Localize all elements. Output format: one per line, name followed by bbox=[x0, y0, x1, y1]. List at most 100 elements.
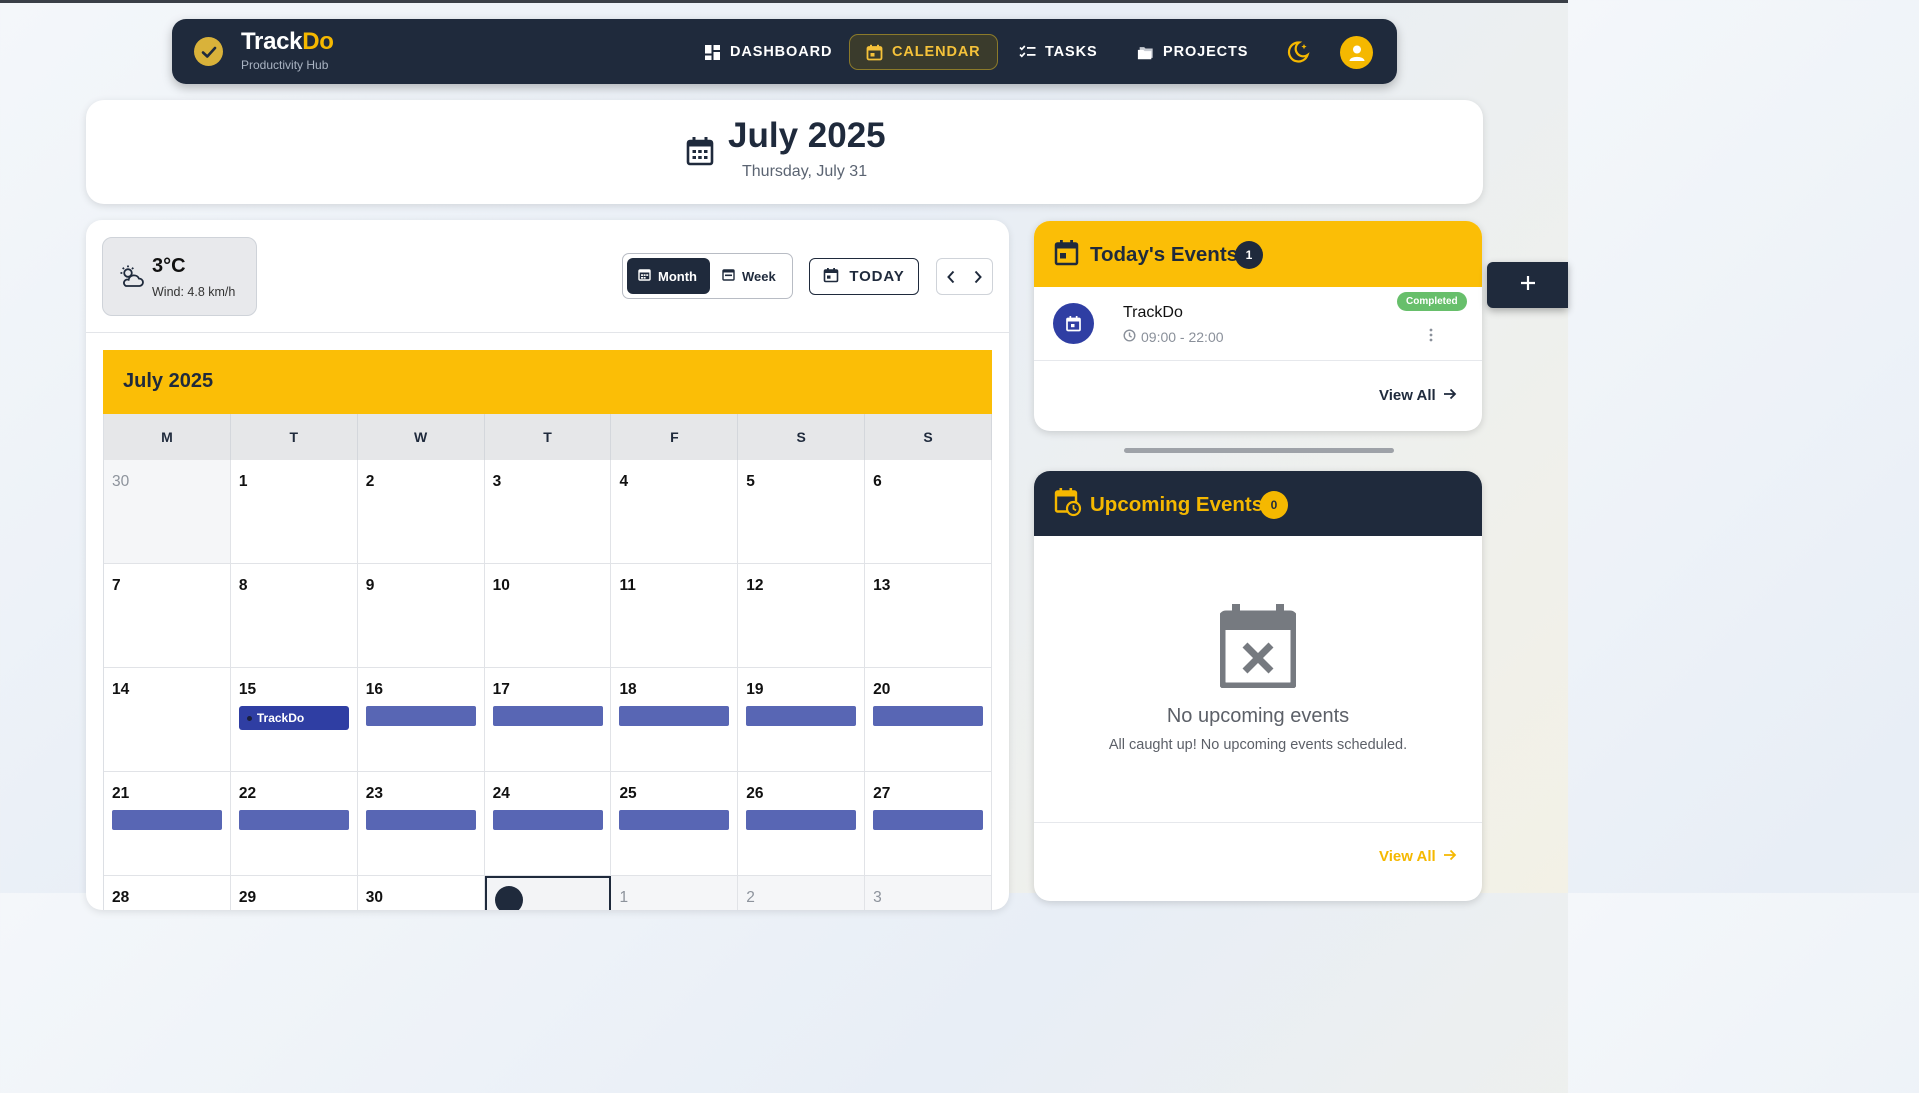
day-number: 4 bbox=[619, 473, 629, 490]
day-number: 1 bbox=[619, 889, 629, 906]
event-bar[interactable] bbox=[619, 706, 730, 726]
day-number: 24 bbox=[492, 785, 510, 802]
upcoming-events-card: Upcoming Events 0 No upcoming events All… bbox=[1034, 471, 1482, 901]
event-bar[interactable] bbox=[365, 706, 476, 726]
day-cell[interactable]: 10 bbox=[484, 564, 612, 668]
event-chip[interactable]: TrackDo bbox=[238, 706, 349, 730]
event-bar[interactable] bbox=[746, 810, 857, 830]
day-cell[interactable]: 14 bbox=[104, 668, 231, 772]
panel-scroll-indicator[interactable] bbox=[1124, 448, 1394, 453]
day-cell[interactable]: 29 bbox=[230, 876, 358, 910]
day-cell[interactable]: 11 bbox=[611, 564, 739, 668]
week-view-button[interactable]: Week bbox=[711, 258, 787, 294]
day-cell[interactable]: 15 TrackDo bbox=[230, 668, 358, 772]
day-cell[interactable]: 3 bbox=[865, 876, 993, 910]
day-cell[interactable]: 23 bbox=[357, 772, 485, 876]
day-cell[interactable]: 30 bbox=[357, 876, 485, 910]
event-bar[interactable] bbox=[873, 810, 984, 830]
day-cell[interactable]: 8 bbox=[230, 564, 358, 668]
upcoming-divider bbox=[1034, 822, 1482, 823]
day-cell[interactable]: 2 bbox=[738, 876, 866, 910]
day-cell[interactable]: 4 bbox=[611, 460, 739, 564]
week-row: 14 15 TrackDo 16 17 18 19 20 bbox=[104, 668, 993, 772]
event-bar[interactable] bbox=[112, 810, 222, 830]
day-cell[interactable]: 12 bbox=[738, 564, 866, 668]
day-cell[interactable]: 2 bbox=[357, 460, 485, 564]
window-top-border bbox=[0, 0, 1568, 3]
logo-check-icon bbox=[194, 37, 223, 66]
todays-view-all-link[interactable]: View All bbox=[1379, 387, 1457, 404]
day-cell[interactable]: 19 bbox=[738, 668, 866, 772]
day-number: 13 bbox=[873, 577, 891, 594]
day-number: 11 bbox=[619, 577, 636, 594]
nav-calendar[interactable]: CALENDAR bbox=[849, 34, 998, 70]
day-cell[interactable]: 28 bbox=[104, 876, 231, 910]
day-cell[interactable]: 17 bbox=[484, 668, 612, 772]
day-number: 12 bbox=[746, 577, 764, 594]
day-cell[interactable]: 20 bbox=[865, 668, 993, 772]
event-bar[interactable] bbox=[619, 810, 730, 830]
event-dot bbox=[246, 715, 252, 721]
nav-dashboard[interactable]: DASHBOARD bbox=[688, 34, 848, 70]
chevron-left-icon[interactable] bbox=[941, 267, 961, 287]
month-bar: July 2025 bbox=[103, 350, 992, 414]
arrow-right-icon bbox=[1443, 848, 1457, 865]
day-number: 10 bbox=[492, 577, 510, 594]
day-number: 9 bbox=[365, 577, 375, 594]
weekday-label: T bbox=[485, 414, 612, 460]
moon-theme-toggle-icon[interactable] bbox=[1285, 39, 1311, 65]
more-vertical-icon[interactable] bbox=[1427, 326, 1435, 344]
day-cell[interactable]: 21 bbox=[104, 772, 231, 876]
week-row: 28 29 30 1 2 3 bbox=[104, 876, 993, 910]
weather-widget: 3°C Wind: 4.8 km/h bbox=[102, 237, 257, 316]
event-bar[interactable] bbox=[873, 706, 984, 726]
day-cell[interactable]: 1 bbox=[611, 876, 739, 910]
nav-tasks-label: TASKS bbox=[1045, 44, 1098, 60]
day-cell[interactable]: 25 bbox=[611, 772, 739, 876]
week-view-label: Week bbox=[742, 268, 776, 284]
nav-tasks[interactable]: TASKS bbox=[1003, 34, 1114, 70]
empty-state-subtitle: All caught up! No upcoming events schedu… bbox=[1108, 737, 1408, 753]
month-view-label: Month bbox=[658, 268, 697, 284]
event-time-text: 09:00 - 22:00 bbox=[1141, 329, 1224, 345]
day-number: 29 bbox=[238, 889, 257, 906]
day-number: 1 bbox=[238, 473, 248, 490]
day-cell[interactable]: 6 bbox=[865, 460, 993, 564]
day-cell[interactable]: 16 bbox=[357, 668, 485, 772]
day-cell[interactable]: 1 bbox=[230, 460, 358, 564]
day-cell[interactable]: 7 bbox=[104, 564, 231, 668]
day-number: 30 bbox=[365, 889, 383, 906]
today-button[interactable]: TODAY bbox=[809, 258, 919, 295]
day-cell[interactable]: 30 bbox=[104, 460, 231, 564]
user-avatar-icon[interactable] bbox=[1340, 36, 1373, 69]
nav-projects[interactable]: PROJECTS bbox=[1121, 34, 1264, 70]
day-cell[interactable]: 9 bbox=[357, 564, 485, 668]
day-cell[interactable]: 5 bbox=[738, 460, 866, 564]
brand[interactable]: TrackDo Productivity Hub bbox=[241, 28, 334, 72]
chevron-right-icon[interactable] bbox=[968, 267, 988, 287]
add-event-button[interactable] bbox=[1487, 262, 1568, 308]
day-cell[interactable]: 13 bbox=[865, 564, 993, 668]
event-bar[interactable] bbox=[746, 706, 857, 726]
day-number: 8 bbox=[238, 577, 248, 594]
day-cell[interactable]: 22 bbox=[230, 772, 358, 876]
day-cell[interactable]: 26 bbox=[738, 772, 866, 876]
day-number: 3 bbox=[492, 473, 502, 490]
upcoming-view-all-link[interactable]: View All bbox=[1379, 848, 1457, 865]
todays-events-card: Today's Events 1 TrackDo 09:00 - 22:00 C… bbox=[1034, 221, 1482, 431]
month-view-button[interactable]: Month bbox=[627, 258, 710, 294]
event-bar[interactable] bbox=[492, 706, 603, 726]
event-bar[interactable] bbox=[238, 810, 349, 830]
day-number: 23 bbox=[365, 785, 383, 802]
event-bar[interactable] bbox=[365, 810, 476, 830]
day-cell-today[interactable] bbox=[484, 876, 612, 910]
calendar-clock-icon bbox=[1054, 487, 1082, 517]
day-cell[interactable]: 3 bbox=[484, 460, 612, 564]
day-cell[interactable]: 24 bbox=[484, 772, 612, 876]
day-number: 17 bbox=[492, 681, 510, 698]
day-cell[interactable]: 27 bbox=[865, 772, 993, 876]
event-time: 09:00 - 22:00 bbox=[1123, 329, 1224, 345]
day-cell[interactable]: 18 bbox=[611, 668, 739, 772]
event-bar[interactable] bbox=[492, 810, 603, 830]
day-number: 20 bbox=[873, 681, 891, 698]
